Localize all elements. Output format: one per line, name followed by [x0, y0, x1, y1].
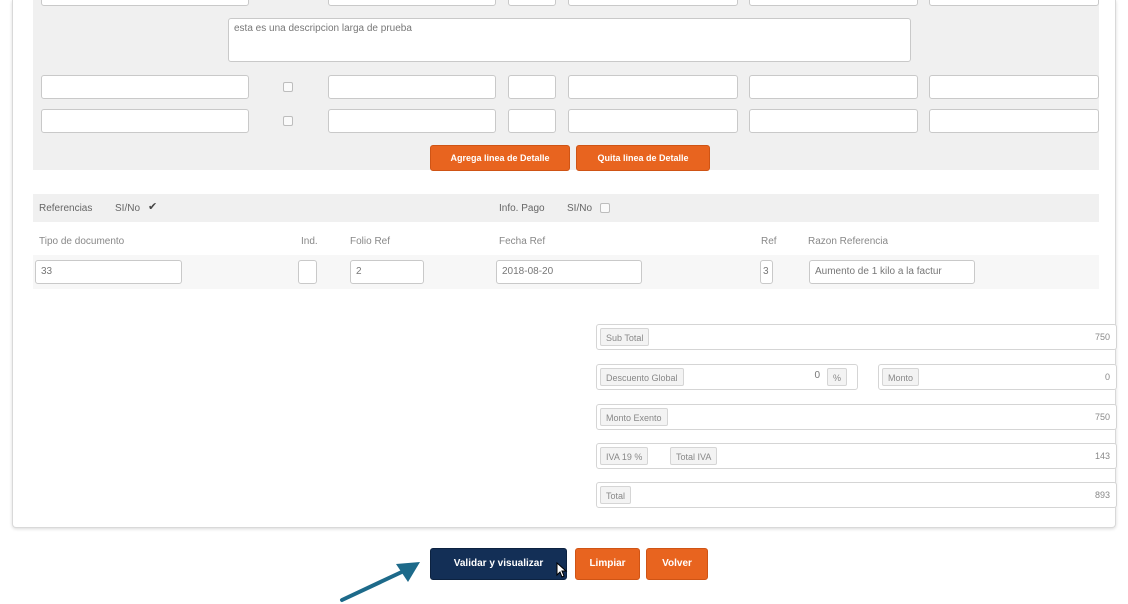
references-row: 33 2 2018-08-20 3 Aumento de 1 kilo a la… — [33, 255, 1099, 289]
ref-ref-input[interactable]: 3 — [760, 260, 773, 284]
percent-label: % — [827, 368, 848, 386]
subtotal-label: Sub Total — [600, 328, 650, 346]
references-label: Referencias — [39, 203, 93, 214]
iva-row: IVA 19 % Total IVA 143 — [596, 443, 1117, 469]
detail-row2-name[interactable] — [328, 109, 496, 133]
references-header: Referencias SI/No ✔ Info. Pago SI/No — [33, 194, 1099, 222]
add-detail-line-button[interactable]: Agrega linea de Detalle — [430, 145, 570, 171]
detail-top-field-2[interactable] — [328, 0, 496, 6]
detail-row1-code[interactable] — [41, 75, 249, 99]
detail-row1-qty[interactable] — [508, 75, 556, 99]
detail-row2-qty[interactable] — [508, 109, 556, 133]
descuento-input[interactable]: 0 — [711, 365, 825, 389]
col-razon-referencia: Razon Referencia — [808, 236, 889, 247]
detail-top-field-4[interactable] — [568, 0, 738, 6]
detail-row1-discount[interactable] — [749, 75, 918, 99]
iva-label: IVA 19 % — [600, 447, 649, 465]
remove-detail-line-button[interactable]: Quita linea de Detalle — [576, 145, 710, 171]
ref-razon-input[interactable]: Aumento de 1 kilo a la factur — [809, 260, 975, 284]
col-ind: Ind. — [301, 236, 318, 247]
detail-row1-price[interactable] — [568, 75, 738, 99]
descuento-row: Descuento Global 0 % Monto 0 — [596, 364, 1117, 390]
detail-row2-amount[interactable] — [929, 109, 1099, 133]
mouse-cursor-icon — [556, 562, 568, 578]
total-iva-value: 143 — [1094, 451, 1110, 461]
detail-lines-area: esta es una descripcion larga de prueba … — [33, 0, 1099, 171]
detail-row1-amount[interactable] — [929, 75, 1099, 99]
col-ref: Ref — [761, 236, 777, 247]
volver-button[interactable]: Volver — [646, 548, 708, 580]
detail-top-field-1[interactable] — [41, 0, 249, 6]
pointer-arrow-icon — [340, 562, 420, 602]
monto-group: Monto 0 — [878, 364, 1117, 390]
monto-label: Monto — [882, 368, 920, 386]
total-label: Total — [600, 486, 632, 504]
col-folio-ref: Folio Ref — [350, 236, 391, 247]
invoice-panel: esta es una descripcion larga de prueba … — [12, 0, 1117, 528]
subtotal-row: Sub Total 750 — [596, 324, 1117, 350]
exento-value: 750 — [1094, 412, 1110, 422]
descuento-group: Descuento Global 0 % — [596, 364, 858, 390]
ref-ind-input[interactable] — [298, 260, 317, 284]
total-iva-label: Total IVA — [670, 447, 718, 465]
descuento-label: Descuento Global — [600, 368, 684, 386]
exento-label: Monto Exento — [600, 408, 668, 426]
ref-fecha-input[interactable]: 2018-08-20 — [496, 260, 642, 284]
info-pago-label: Info. Pago — [499, 203, 545, 214]
detail-row1-checkbox[interactable] — [283, 82, 293, 92]
detail-row2-code[interactable] — [41, 109, 249, 133]
validar-visualizar-button[interactable]: Validar y visualizar — [430, 548, 567, 580]
detail-top-field-3[interactable] — [508, 0, 556, 6]
ref-tipo-input[interactable]: 33 — [35, 260, 182, 284]
detail-top-field-5[interactable] — [749, 0, 918, 6]
detail-top-field-6[interactable] — [929, 0, 1099, 6]
references-sino-label: SI/No — [115, 203, 141, 214]
total-row: Total 893 — [596, 482, 1117, 508]
description-textarea[interactable]: esta es una descripcion larga de prueba — [228, 18, 911, 62]
col-fecha-ref: Fecha Ref — [499, 236, 546, 247]
col-tipo-documento: Tipo de documento — [39, 236, 125, 247]
detail-row2-price[interactable] — [568, 109, 738, 133]
description-text: esta es una descripcion larga de prueba — [234, 23, 412, 34]
detail-row1-name[interactable] — [328, 75, 496, 99]
exento-row: Monto Exento 750 — [596, 404, 1117, 430]
detail-row2-checkbox[interactable] — [283, 116, 293, 126]
total-value: 893 — [1094, 490, 1110, 500]
references-check-icon[interactable]: ✔ — [148, 200, 157, 213]
monto-value: 0 — [1104, 372, 1110, 382]
ref-folio-input[interactable]: 2 — [350, 260, 424, 284]
subtotal-value: 750 — [1094, 332, 1110, 342]
info-pago-checkbox[interactable] — [600, 203, 610, 213]
limpiar-button[interactable]: Limpiar — [575, 548, 640, 580]
detail-row2-discount[interactable] — [749, 109, 918, 133]
info-pago-sino-label: SI/No — [567, 203, 593, 214]
